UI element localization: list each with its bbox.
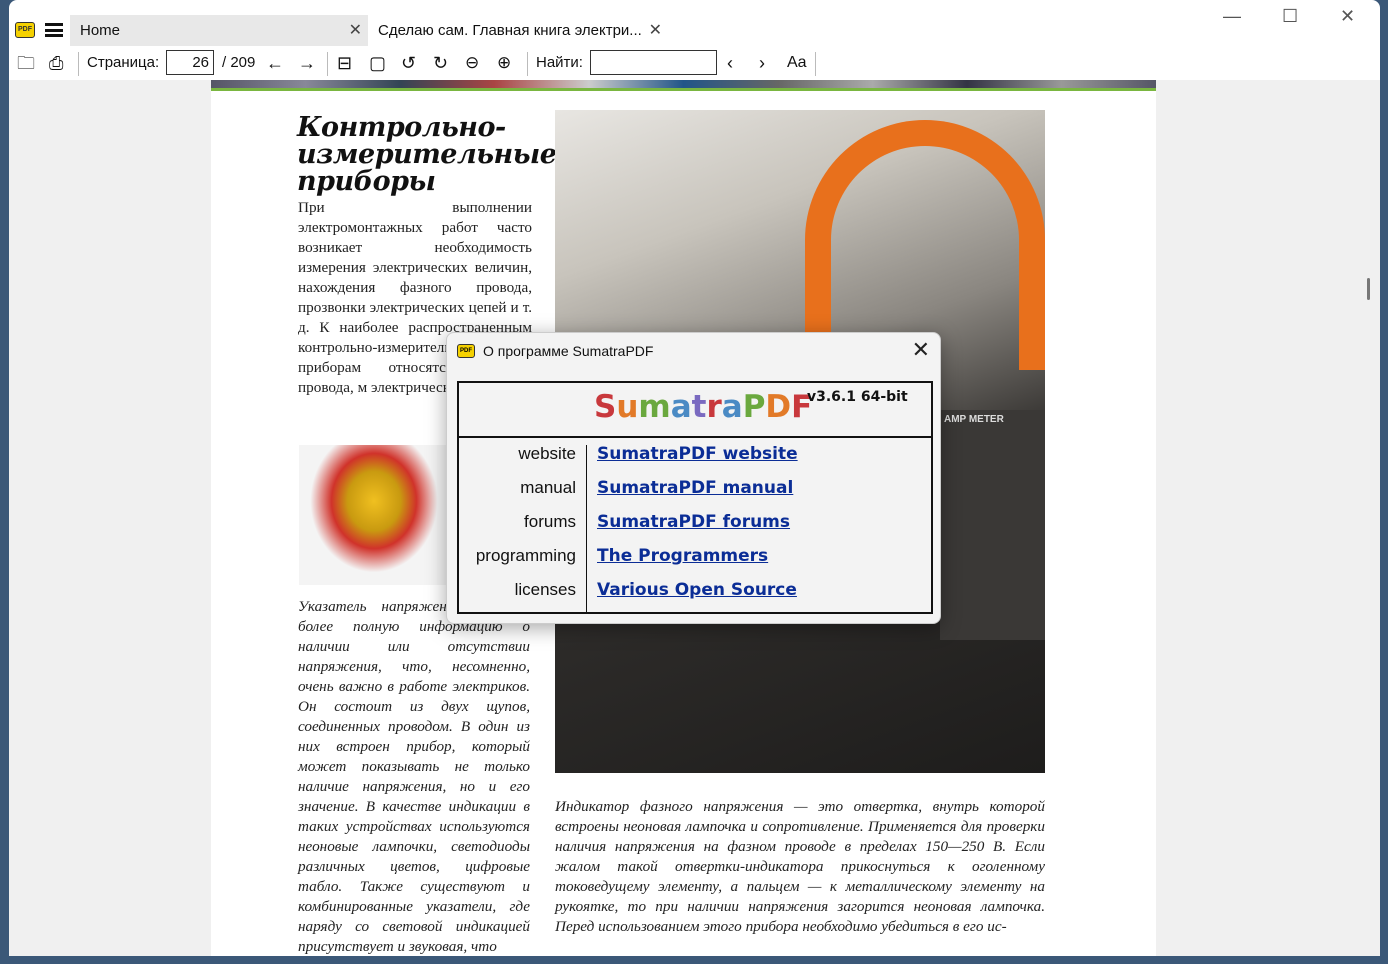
close-tab-icon[interactable]: ✕ <box>349 15 362 46</box>
continuous-view-icon[interactable]: ⊟ <box>337 52 352 74</box>
zoom-in-icon[interactable]: ⊕ <box>497 52 511 74</box>
row-label: manual <box>520 478 576 497</box>
find-prev-icon[interactable]: ‹ <box>727 52 733 74</box>
sumatrapdf-logo-text: SumatraPDF <box>594 389 812 425</box>
brand-letter: a <box>721 389 743 425</box>
find-next-icon[interactable]: › <box>759 52 765 74</box>
maximize-icon[interactable]: ☐ <box>1282 6 1298 27</box>
close-window-icon[interactable]: ✕ <box>1340 6 1355 27</box>
row-label: website <box>518 444 576 463</box>
about-header: SumatraPDF v3.6.1 64-bit <box>459 383 931 438</box>
divider <box>327 52 328 76</box>
hamburger-menu-icon[interactable] <box>45 23 63 37</box>
zoom-out-icon[interactable]: ⊖ <box>465 52 479 74</box>
section-title: Контрольно-измерительные приборы <box>297 112 557 197</box>
prev-page-icon[interactable]: ← <box>266 52 284 74</box>
about-row: website SumatraPDF website <box>459 444 931 478</box>
header-image-strip <box>211 80 1156 88</box>
about-row: manual SumatraPDF manual <box>459 478 931 512</box>
about-row: programming The Programmers <box>459 546 931 580</box>
brand-letter: D <box>765 389 792 425</box>
sumatra-logo-icon: PDF <box>457 344 475 358</box>
close-tab-icon[interactable]: ✕ <box>649 15 662 46</box>
dialog-title: О программе SumatraPDF <box>483 343 654 359</box>
open-folder-icon[interactable]: 🗀 <box>17 52 35 74</box>
voltage-tester-photo <box>299 445 449 585</box>
licenses-link[interactable]: Various Open Source <box>597 580 797 600</box>
print-icon[interactable]: ⎙ <box>49 52 63 74</box>
row-label: programming <box>475 546 576 565</box>
tab-label: Home <box>80 22 121 39</box>
rotate-right-icon[interactable]: ↻ <box>433 52 448 74</box>
page-input[interactable]: 26 <box>166 50 214 75</box>
single-page-icon[interactable]: ▢ <box>369 52 386 74</box>
page-label: Страница: <box>87 54 160 71</box>
divider <box>78 52 79 76</box>
meter-label: AMP METER <box>940 410 1045 640</box>
version-label: v3.6.1 64-bit <box>807 389 908 405</box>
about-row: forums SumatraPDF forums <box>459 512 931 546</box>
programmers-link[interactable]: The Programmers <box>597 546 768 566</box>
sumatra-logo-icon: PDF <box>15 22 35 38</box>
green-rule <box>211 88 1156 91</box>
tab-document[interactable]: Сделаю сам. Главная книга электри... ✕ <box>368 15 668 46</box>
find-input[interactable] <box>590 50 717 75</box>
tab-bar: PDF Home ✕ Сделаю сам. Главная книга элек… <box>9 0 1380 46</box>
about-row: licenses Various Open Source <box>459 580 931 614</box>
row-label: forums <box>524 512 576 531</box>
brand-letter: a <box>670 389 692 425</box>
brand-letter: r <box>706 389 722 425</box>
vertical-scrollbar[interactable] <box>1367 278 1370 300</box>
website-link[interactable]: SumatraPDF website <box>597 444 798 464</box>
about-dialog: PDF О программе SumatraPDF ✕ SumatraPDF … <box>446 332 941 624</box>
body-paragraph-italic: Указатель напряжени получить более полну… <box>298 598 530 955</box>
page-total: / 209 <box>222 54 256 71</box>
divider <box>815 52 816 76</box>
about-box: SumatraPDF v3.6.1 64-bit website SumatraP… <box>457 381 933 614</box>
brand-letter: t <box>691 389 707 425</box>
row-label: licenses <box>514 580 576 599</box>
toolbar: 🗀 ⎙ Страница: 26 / 209 ← → ⊟ ▢ ↺ ↻ ⊖ ⊕ Н… <box>9 46 1380 80</box>
minimize-icon[interactable]: — <box>1223 6 1241 27</box>
close-dialog-icon[interactable]: ✕ <box>912 337 930 363</box>
brand-letter: S <box>594 389 617 425</box>
photo-caption: Индикатор фазного напряжения — это отвер… <box>555 798 1045 935</box>
find-label: Найти: <box>536 54 583 71</box>
tab-home[interactable]: Home ✕ <box>70 15 368 46</box>
manual-link[interactable]: SumatraPDF manual <box>597 478 793 498</box>
match-case-button[interactable]: Aa <box>787 52 807 74</box>
divider <box>527 52 528 76</box>
brand-letter: P <box>742 389 766 425</box>
brand-letter: m <box>638 389 671 425</box>
rotate-left-icon[interactable]: ↺ <box>401 52 416 74</box>
next-page-icon[interactable]: → <box>298 52 316 74</box>
tab-label: Сделаю сам. Главная книга электри... <box>378 22 642 39</box>
brand-letter: u <box>616 389 639 425</box>
forums-link[interactable]: SumatraPDF forums <box>597 512 790 532</box>
